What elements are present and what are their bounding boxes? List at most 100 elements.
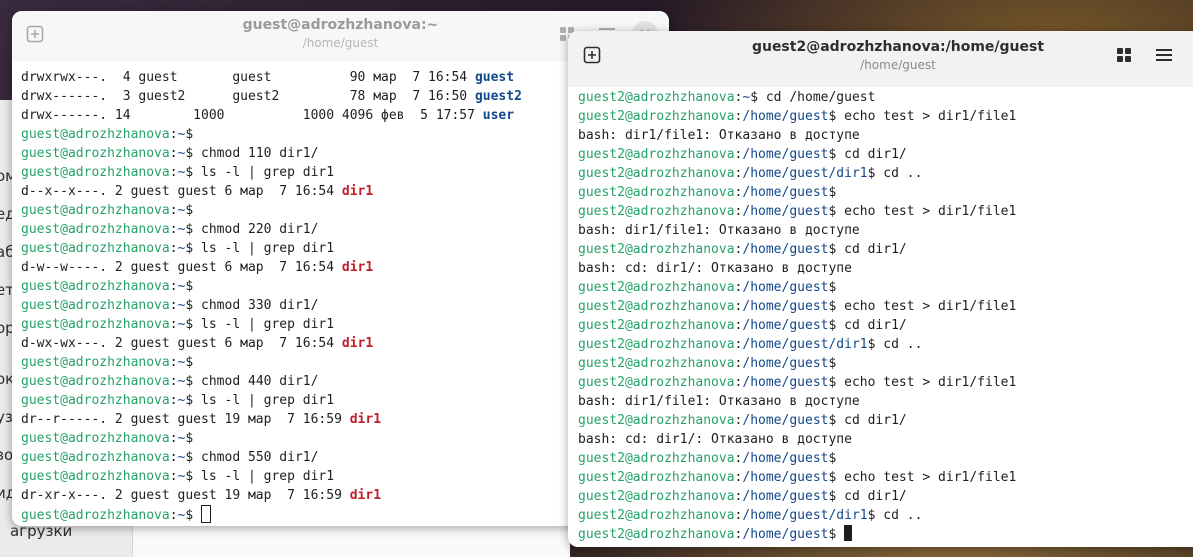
text-cursor bbox=[201, 505, 212, 523]
line-text: : bbox=[169, 241, 178, 256]
line-text: : bbox=[169, 508, 178, 523]
prompt-user: guest2@adrozhzhanova bbox=[578, 470, 735, 485]
prompt-user: guest@adrozhzhanova bbox=[21, 165, 170, 180]
prompt-user: guest2@adrozhzhanova bbox=[578, 337, 735, 352]
prompt-user: guest@adrozhzhanova bbox=[21, 431, 170, 446]
prompt-user: guest2@adrozhzhanova bbox=[578, 318, 735, 333]
line-text: $ ls -l | grep dir1 bbox=[185, 165, 335, 180]
titlebar[interactable]: guest2@adrozhzhanova:/home/guest /home/g… bbox=[568, 31, 1193, 87]
prompt-path: /home/guest bbox=[742, 204, 829, 219]
prompt-user: guest2@adrozhzhanova bbox=[578, 356, 735, 371]
window-title: guest2@adrozhzhanova:/home/guest bbox=[751, 39, 1045, 55]
tabs-overview-button[interactable] bbox=[1109, 40, 1139, 70]
terminal-line: guest2@adrozhzhanova:/home/guest$ cd dir… bbox=[578, 145, 1193, 164]
line-text: $ cd .. bbox=[867, 508, 923, 523]
line-text: $ cd dir1/ bbox=[828, 242, 907, 257]
line-text: : bbox=[169, 393, 178, 408]
line-text: $ chmod 330 dir1/ bbox=[185, 298, 319, 313]
line-text: $ cd /home/guest bbox=[750, 90, 876, 105]
sidebar-item[interactable]: уз bbox=[0, 408, 13, 426]
terminal-line: guest2@adrozhzhanova:~$ cd /home/guest bbox=[578, 88, 1193, 107]
text-cursor bbox=[844, 525, 853, 541]
line-text: $ bbox=[828, 527, 845, 542]
terminal-line: guest2@adrozhzhanova:/home/guest$ echo t… bbox=[578, 107, 1193, 126]
line-text: bash: cd: dir1/: Отказано в доступе bbox=[578, 432, 852, 447]
prompt-user: guest@adrozhzhanova bbox=[21, 450, 170, 465]
line-text: drwx------. 14 1000 1000 4096 фев 5 17:5… bbox=[21, 108, 483, 123]
terminal-line: guest2@adrozhzhanova:/home/guest/dir1$ c… bbox=[578, 506, 1193, 525]
line-text: $ echo test > dir1/file1 bbox=[828, 204, 1017, 219]
terminal-line: guest2@adrozhzhanova:/home/guest$ echo t… bbox=[578, 297, 1193, 316]
directory-name: guest2 bbox=[474, 89, 522, 104]
terminal-line: guest2@adrozhzhanova:/home/guest/dir1$ c… bbox=[578, 335, 1193, 354]
line-text: $ bbox=[185, 431, 194, 446]
terminal-line: guest2@adrozhzhanova:/home/guest$ bbox=[578, 449, 1193, 468]
terminal-line: guest2@adrozhzhanova:/home/guest$ bbox=[578, 354, 1193, 373]
terminal-line: guest2@adrozhzhanova:/home/guest$ bbox=[578, 183, 1193, 202]
prompt-path: /home/guest bbox=[742, 356, 829, 371]
directory-name: guest bbox=[474, 70, 515, 85]
prompt-path: /home/guest bbox=[742, 185, 829, 200]
terminal-line: bash: cd: dir1/: Отказано в доступе bbox=[578, 259, 1193, 278]
terminal-line: guest2@adrozhzhanova:/home/guest$ cd dir… bbox=[578, 487, 1193, 506]
line-text: d-w--w----. 2 guest guest 6 мар 7 16:54 bbox=[21, 260, 342, 275]
line-text: : bbox=[169, 431, 178, 446]
menu-button[interactable] bbox=[1149, 40, 1179, 70]
terminal-line: guest2@adrozhzhanova:/home/guest/dir1$ c… bbox=[578, 164, 1193, 183]
prompt-user: guest2@adrozhzhanova bbox=[578, 375, 735, 390]
prompt-user: guest@adrozhzhanova bbox=[21, 469, 170, 484]
prompt-user: guest2@adrozhzhanova bbox=[578, 147, 735, 162]
terminal-window-guest2[interactable]: guest2@adrozhzhanova:/home/guest /home/g… bbox=[568, 31, 1193, 547]
line-text: $ bbox=[185, 127, 194, 142]
prompt-path: /home/guest/dir1 bbox=[742, 337, 868, 352]
terminal-line: guest2@adrozhzhanova:/home/guest$ echo t… bbox=[578, 202, 1193, 221]
prompt-path: /home/guest bbox=[742, 109, 829, 124]
prompt-user: guest2@adrozhzhanova bbox=[578, 204, 735, 219]
grid-icon bbox=[1117, 48, 1131, 62]
prompt-path: /home/guest/dir1 bbox=[742, 166, 868, 181]
line-text: : bbox=[169, 279, 178, 294]
line-text: : bbox=[169, 469, 178, 484]
window-subtitle: /home/guest bbox=[860, 58, 936, 72]
line-text: $ chmod 550 dir1/ bbox=[185, 450, 319, 465]
prompt-user: guest2@adrozhzhanova bbox=[578, 299, 735, 314]
prompt-user: guest@adrozhzhanova bbox=[21, 146, 170, 161]
prompt-user: guest@adrozhzhanova bbox=[21, 374, 170, 389]
line-text: d--x--x---. 2 guest guest 6 мар 7 16:54 bbox=[21, 184, 342, 199]
line-text: $ bbox=[828, 451, 837, 466]
line-text: drwx------. 3 guest2 guest2 78 мар 7 16:… bbox=[21, 89, 475, 104]
prompt-user: guest@adrozhzhanova bbox=[21, 279, 170, 294]
terminal-output[interactable]: guest2@adrozhzhanova:~$ cd /home/guest gu… bbox=[568, 88, 1193, 547]
line-text: $ chmod 110 dir1/ bbox=[185, 146, 319, 161]
prompt-user: guest2@adrozhzhanova bbox=[578, 109, 735, 124]
prompt-path: /home/guest bbox=[742, 489, 829, 504]
prompt-path: /home/guest bbox=[742, 413, 829, 428]
prompt-user: guest@adrozhzhanova bbox=[21, 222, 170, 237]
directory-name: dir1 bbox=[349, 412, 382, 427]
line-text: $ ls -l | grep dir1 bbox=[185, 241, 335, 256]
line-text: bash: dir1/file1: Отказано в доступе bbox=[578, 128, 860, 143]
prompt-path: /home/guest bbox=[742, 242, 829, 257]
prompt-path: /home/guest bbox=[742, 147, 829, 162]
line-text: $ cd dir1/ bbox=[828, 147, 907, 162]
directory-name: dir1 bbox=[341, 336, 374, 351]
directory-name: dir1 bbox=[341, 260, 374, 275]
prompt-user: guest2@adrozhzhanova bbox=[578, 508, 735, 523]
line-text: $ ls -l | grep dir1 bbox=[185, 469, 335, 484]
line-text: $ chmod 220 dir1/ bbox=[185, 222, 319, 237]
line-text: : bbox=[169, 165, 178, 180]
line-text: : bbox=[169, 146, 178, 161]
line-text: $ ls -l | grep dir1 bbox=[185, 393, 335, 408]
line-text: $ bbox=[185, 279, 194, 294]
prompt-user: guest2@adrozhzhanova bbox=[578, 185, 735, 200]
line-text: bash: cd: dir1/: Отказано в доступе bbox=[578, 261, 852, 276]
line-text: : bbox=[169, 203, 178, 218]
terminal-line: guest2@adrozhzhanova:/home/guest$ echo t… bbox=[578, 468, 1193, 487]
line-text: $ bbox=[828, 356, 837, 371]
prompt-user: guest@adrozhzhanova bbox=[21, 203, 170, 218]
line-text: : bbox=[169, 355, 178, 370]
terminal-line: guest2@adrozhzhanova:/home/guest$ echo t… bbox=[578, 373, 1193, 392]
line-text: $ chmod 440 dir1/ bbox=[185, 374, 319, 389]
prompt-user: guest2@adrozhzhanova bbox=[578, 242, 735, 257]
line-text: bash: dir1/file1: Отказано в доступе bbox=[578, 223, 860, 238]
